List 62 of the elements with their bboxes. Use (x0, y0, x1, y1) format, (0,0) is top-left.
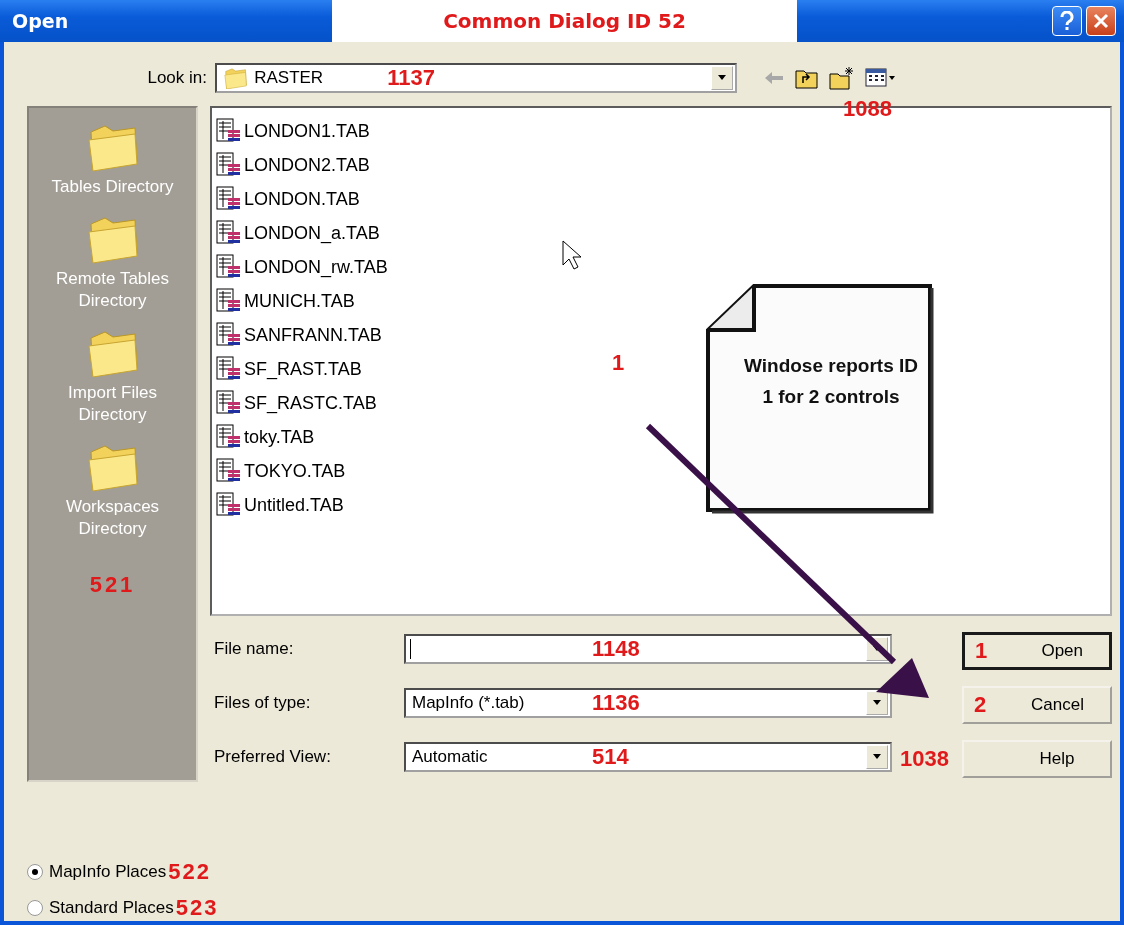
radio-label[interactable]: Standard Places (49, 898, 174, 918)
file-item[interactable]: toky.TAB (244, 426, 315, 448)
radio-button[interactable] (27, 864, 43, 880)
look-in-value: RASTER (254, 68, 324, 88)
file-item[interactable]: SANFRANN.TAB (244, 324, 382, 346)
file-item[interactable]: SF_RAST.TAB (244, 358, 362, 380)
table-file-icon (216, 492, 242, 518)
annotation-label: 2 (974, 692, 987, 718)
annotation-label: 1137 (387, 65, 435, 91)
annotation-label: 1 (975, 638, 988, 664)
question-icon (1059, 11, 1075, 31)
file-item[interactable]: LONDON.TAB (244, 188, 360, 210)
close-button[interactable] (1086, 6, 1116, 36)
table-file-icon (216, 458, 242, 484)
table-file-icon (216, 254, 242, 280)
table-file-icon (216, 390, 242, 416)
window-title: Open (12, 10, 70, 32)
folder-icon (223, 66, 249, 90)
up-folder-icon[interactable] (795, 67, 819, 89)
table-file-icon (216, 152, 242, 178)
look-in-dropdown[interactable]: RASTER 1137 (215, 63, 737, 93)
table-file-icon (216, 118, 242, 144)
annotation-label: 1 (612, 350, 625, 375)
annotation-label: 1038 (900, 746, 949, 771)
look-in-label: Look in: (146, 68, 207, 88)
radio-button[interactable] (27, 900, 43, 916)
new-folder-icon[interactable] (829, 66, 855, 90)
dropdown-field[interactable]: Automatic 514 (404, 742, 892, 772)
dialog-button[interactable]: 1 Open (962, 632, 1112, 670)
annotation-label: Common Dialog ID 52 (443, 9, 686, 33)
table-file-icon (216, 288, 242, 314)
annotation-label: 521 (89, 572, 136, 598)
annotation-label: 514 (592, 744, 629, 770)
cursor-icon (562, 240, 584, 270)
table-file-icon (216, 322, 242, 348)
field-label: Preferred View: (213, 747, 332, 767)
table-file-icon (216, 424, 242, 450)
note-text: Windose reports ID 1 for 2 controls (743, 354, 919, 409)
file-item[interactable]: TOKYO.TAB (244, 460, 346, 482)
annotation-label: 1148 (592, 636, 640, 662)
field-label: File name: (213, 639, 295, 659)
radio-label[interactable]: MapInfo Places (49, 862, 167, 882)
file-item[interactable]: MUNICH.TAB (244, 290, 355, 312)
file-item[interactable]: LONDON1.TAB (244, 120, 370, 142)
view-menu-icon[interactable] (865, 68, 897, 88)
annotation-label: 522 (168, 859, 211, 885)
dialog-button[interactable]: Help (962, 740, 1112, 778)
file-item[interactable]: SF_RASTC.TAB (244, 392, 377, 414)
file-item[interactable]: Untitled.TAB (244, 494, 344, 516)
table-file-icon (216, 220, 242, 246)
field-label: Files of type: (213, 693, 312, 713)
annotation-label: 1136 (592, 690, 640, 716)
help-button[interactable] (1052, 6, 1082, 36)
file-item[interactable]: LONDON_a.TAB (244, 222, 380, 244)
dialog-button[interactable]: 2 Cancel (962, 686, 1112, 724)
dropdown-field[interactable]: MapInfo (*.tab) 1136 (404, 688, 892, 718)
annotation-label: 523 (175, 895, 219, 921)
table-file-icon (216, 356, 242, 382)
table-file-icon (216, 186, 242, 212)
file-item[interactable]: LONDON2.TAB (244, 154, 370, 176)
close-icon (1093, 13, 1109, 29)
file-item[interactable]: LONDON_rw.TAB (244, 256, 388, 278)
